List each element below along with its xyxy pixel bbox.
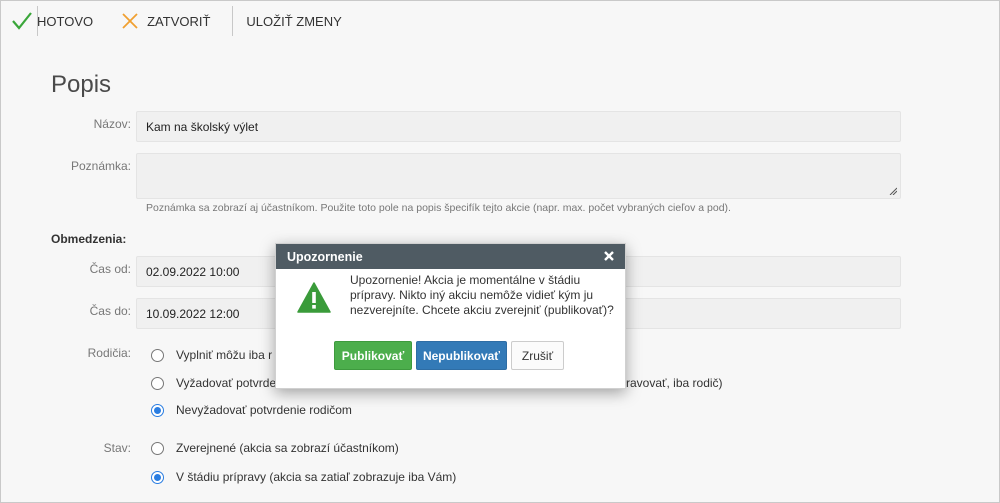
note-label: Poznámka: <box>70 159 131 173</box>
radio-button-selected[interactable] <box>151 403 164 417</box>
warning-icon <box>297 282 331 313</box>
time-from-label: Čas od: <box>89 262 131 276</box>
parents-option[interactable]: Vyplniť môžu iba r <box>151 348 272 362</box>
radio-button[interactable] <box>151 376 164 390</box>
close-button[interactable]: ZATVORIŤ <box>106 1 232 41</box>
publish-button[interactable]: Publikovať <box>334 341 412 370</box>
save-changes-button[interactable]: ULOŽIŤ ZMENY <box>233 1 341 41</box>
dialog-title: Upozornenie <box>287 249 363 264</box>
parents-option[interactable]: Vyžadovať potvrde <box>151 376 276 390</box>
state-option-label: V štádiu prípravy (akcia sa zatiaľ zobra… <box>176 470 457 484</box>
resize-handle-icon[interactable] <box>889 187 897 195</box>
radio-button-selected[interactable] <box>151 470 164 484</box>
name-input[interactable]: Kam na školský výlet <box>136 111 901 142</box>
done-button[interactable]: HOTOVO <box>1 1 107 41</box>
note-textarea[interactable] <box>136 153 901 199</box>
note-hint: Poznámka sa zobrazí aj účastníkom. Použi… <box>146 202 731 214</box>
radio-button[interactable] <box>151 348 164 362</box>
time-to-label: Čas do: <box>89 304 131 318</box>
unpublish-button[interactable]: Nepublikovať <box>416 341 507 370</box>
limits-heading: Obmedzenia: <box>51 232 127 246</box>
state-label: Stav: <box>103 441 131 455</box>
dialog-header: Upozornenie <box>276 244 625 269</box>
parents-option-label: Vyplniť môžu iba r <box>176 348 273 362</box>
parents-label: Rodičia: <box>87 346 131 360</box>
page-frame: HOTOVO ZATVORIŤ ULOŽIŤ ZMENY Popis Názov… <box>0 0 1000 503</box>
state-option-label: Zverejnené (akcia sa zobrazí účastníkom) <box>176 441 399 455</box>
checkmark-icon <box>12 12 32 30</box>
done-label: HOTOVO <box>37 13 94 29</box>
page-title: Popis <box>51 71 112 98</box>
close-icon <box>122 13 138 29</box>
name-label: Názov: <box>93 117 131 131</box>
time-to-value: 10.09.2022 12:00 <box>146 306 240 321</box>
time-from-value: 02.09.2022 10:00 <box>146 264 240 279</box>
warning-dialog: Upozornenie Upozornenie! Akcia je moment… <box>275 243 626 389</box>
toolbar-divider <box>37 6 39 36</box>
parents-option[interactable]: Nevyžadovať potvrdenie rodičom <box>151 403 352 417</box>
toolbar: HOTOVO ZATVORIŤ ULOŽIŤ ZMENY <box>1 1 999 41</box>
parents-option-label: Nevyžadovať potvrdenie rodičom <box>176 403 352 417</box>
parents-option-label: Vyžadovať potvrde <box>176 376 277 390</box>
state-option[interactable]: V štádiu prípravy (akcia sa zatiaľ zobra… <box>151 470 456 484</box>
parents-option-label-tail: ravovať, iba rodič) <box>626 376 723 390</box>
name-value: Kam na školský výlet <box>146 119 259 134</box>
parents-option-label-tail-text: ravovať, iba rodič) <box>626 376 723 390</box>
dialog-message: Upozornenie! Akcia je momentálne v štádi… <box>350 273 614 317</box>
cancel-button[interactable]: Zrušiť <box>511 341 564 370</box>
close-label: ZATVORIŤ <box>147 13 211 29</box>
save-label: ULOŽIŤ ZMENY <box>246 13 342 29</box>
state-option[interactable]: Zverejnené (akcia sa zobrazí účastníkom) <box>151 441 399 455</box>
close-icon[interactable] <box>602 249 616 263</box>
radio-button[interactable] <box>151 441 164 455</box>
